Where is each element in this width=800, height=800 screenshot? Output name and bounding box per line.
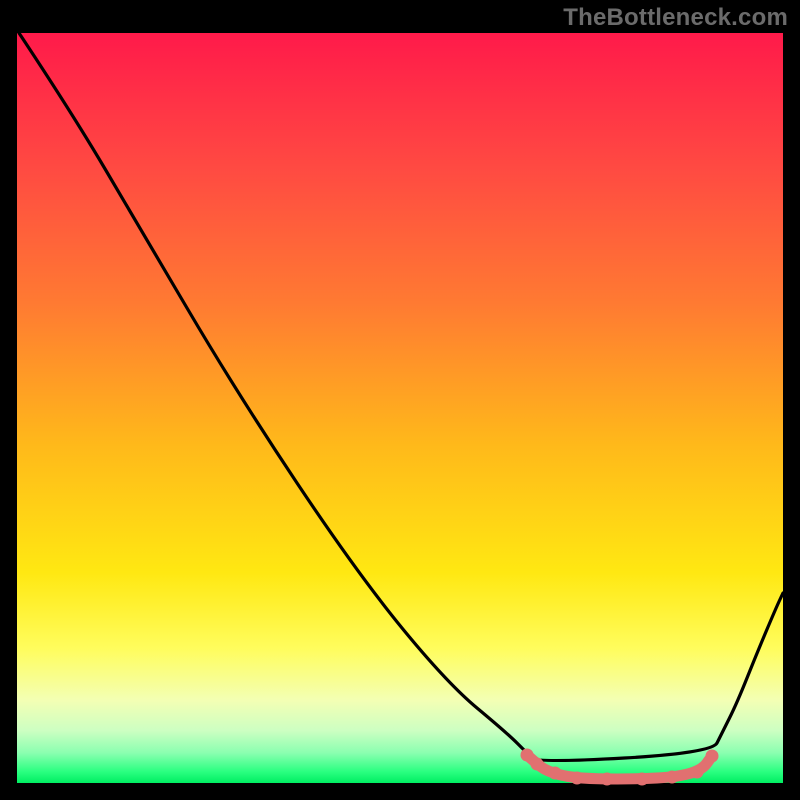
highlight-dot xyxy=(691,766,704,779)
plot-area xyxy=(17,33,783,783)
plot-frame xyxy=(17,33,783,783)
highlight-dot xyxy=(549,767,562,780)
highlight-dot xyxy=(706,750,719,763)
chart-svg xyxy=(17,33,783,783)
highlight-dot xyxy=(571,772,584,785)
highlight-dot xyxy=(531,758,544,771)
watermark-text: TheBottleneck.com xyxy=(563,4,788,32)
highlight-dot xyxy=(601,773,614,786)
highlight-dot xyxy=(636,773,649,786)
highlight-dot xyxy=(666,771,679,784)
highlight-dot xyxy=(521,749,534,762)
main-curve xyxy=(19,33,783,761)
